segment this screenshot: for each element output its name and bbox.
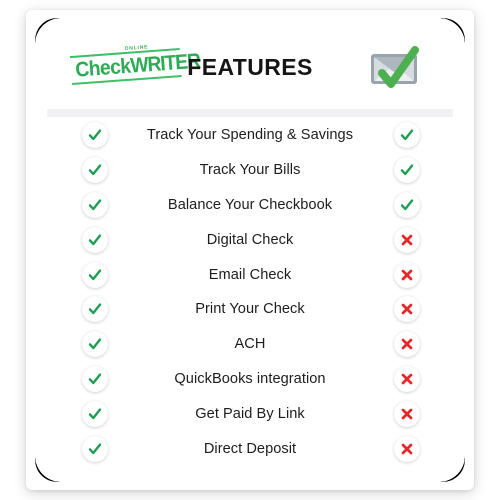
check-icon [82,365,108,392]
feature-label: Email Check [208,266,292,283]
feature-row: QuickBooks integration [26,362,474,397]
feature-label: Print Your Check [195,301,305,318]
check-icon [82,261,108,288]
check-icon [394,191,420,218]
feature-row: ACH [26,327,474,362]
feature-row: Track Your Bills [26,153,474,188]
check-icon [82,122,108,149]
check-icon [82,435,108,462]
cross-icon [394,331,420,358]
card-header: ONLINE CheckWRITER FEATURES [26,40,474,102]
feature-row: Digital Check [26,222,474,257]
features-card: ONLINE CheckWRITER FEATURES Track Your S… [26,10,474,490]
cross-icon [394,435,420,462]
feature-label: Digital Check [206,231,294,248]
cross-icon [394,261,420,288]
feature-row: Balance Your Checkbook [26,188,474,223]
header-divider [47,109,453,117]
feature-label: Balance Your Checkbook [167,196,333,213]
check-icon [82,226,108,253]
check-icon [82,331,108,358]
feature-label: Track Your Spending & Savings [146,127,354,144]
check-icon [82,191,108,218]
feature-label: ACH [234,336,266,353]
check-icon [394,122,420,149]
feature-row: Direct Deposit [26,431,474,466]
feature-label: Track Your Bills [199,162,301,179]
feature-row: Email Check [26,257,474,292]
feature-row: Get Paid By Link [26,396,474,431]
cross-icon [394,296,420,323]
feature-label: Direct Deposit [203,440,297,457]
check-icon [394,157,420,184]
features-list: Track Your Spending & Savings Track Your … [26,118,474,466]
check-approved-icon [365,46,429,94]
check-icon [82,400,108,427]
feature-row: Print Your Check [26,292,474,327]
check-icon [82,157,108,184]
cross-icon [394,400,420,427]
cross-icon [394,365,420,392]
cross-icon [394,226,420,253]
feature-row: Track Your Spending & Savings [26,118,474,153]
feature-label: QuickBooks integration [174,370,326,387]
check-icon [82,296,108,323]
feature-label: Get Paid By Link [195,405,305,422]
